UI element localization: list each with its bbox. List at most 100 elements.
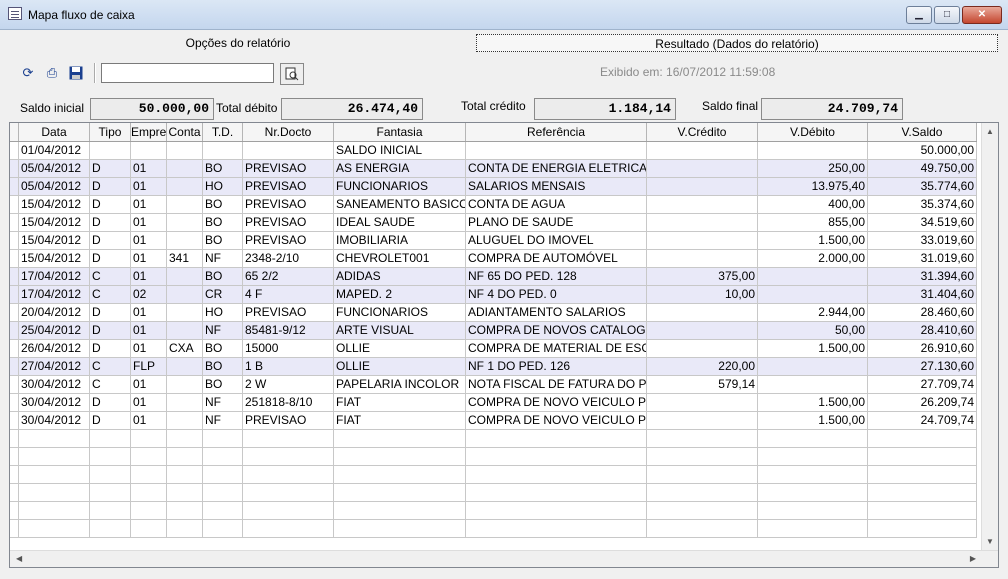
column-header[interactable]: V.Crédito xyxy=(647,123,758,141)
table-cell xyxy=(758,466,868,484)
table-row[interactable]: 27/04/2012 C FLP BO 1 B OLLIE NF 1 DO PED. 126… xyxy=(10,358,977,376)
table-cell xyxy=(90,502,131,520)
table-cell: 01 xyxy=(131,322,167,340)
table-cell: CONTA DE AGUA xyxy=(466,196,647,214)
table-cell: D xyxy=(90,196,131,214)
empty-row xyxy=(10,466,977,484)
column-header[interactable]: T.D. xyxy=(203,123,243,141)
vertical-scrollbar[interactable]: ▲ ▼ xyxy=(981,123,998,550)
table-row[interactable]: 15/04/2012 D 01 341 NF 2348-2/10 CHEVROLET001 C… xyxy=(10,250,977,268)
table-cell xyxy=(131,466,167,484)
refresh-icon[interactable]: ⟳ xyxy=(18,63,38,83)
table-cell xyxy=(334,502,466,520)
column-header[interactable]: Empre xyxy=(131,123,167,141)
tab-resultado[interactable]: Resultado (Dados do relatório) xyxy=(476,34,998,52)
column-header[interactable]: Nr.Docto xyxy=(243,123,334,141)
window-client: Opções do relatório Resultado (Dados do … xyxy=(4,30,1004,575)
column-header[interactable]: Conta xyxy=(167,123,203,141)
table-row[interactable]: 05/04/2012 D 01 BO PREVISAO AS ENERGIA CONTA D… xyxy=(10,160,977,178)
table-cell: CONTA DE ENERGIA ELETRICA xyxy=(466,160,647,178)
table-cell xyxy=(90,484,131,502)
table-row[interactable]: 15/04/2012 D 01 BO PREVISAO SANEAMENTO BASICO… xyxy=(10,196,977,214)
close-button[interactable]: ✕ xyxy=(962,6,1002,24)
table-cell xyxy=(758,448,868,466)
table-cell: D xyxy=(90,250,131,268)
column-header[interactable]: V.Saldo xyxy=(868,123,977,141)
row-indicator xyxy=(10,196,19,214)
table-cell xyxy=(466,448,647,466)
table-cell: 30/04/2012 xyxy=(19,376,90,394)
table-cell xyxy=(167,196,203,214)
empty-row xyxy=(10,448,977,466)
table-cell: FIAT xyxy=(334,412,466,430)
table-row[interactable]: 30/04/2012 D 01 NF PREVISAO FIAT COMPRA DE NOV… xyxy=(10,412,977,430)
table-cell: 17/04/2012 xyxy=(19,286,90,304)
column-header[interactable]: Data xyxy=(19,123,90,141)
horizontal-scrollbar[interactable]: ◀ ▶ xyxy=(10,550,998,567)
table-cell xyxy=(647,466,758,484)
table-cell: BO xyxy=(203,196,243,214)
table-cell xyxy=(167,520,203,538)
table-cell: NF xyxy=(203,250,243,268)
table-cell xyxy=(243,484,334,502)
table-cell: D xyxy=(90,394,131,412)
row-indicator xyxy=(10,448,19,466)
scroll-up-icon[interactable]: ▲ xyxy=(986,127,994,136)
table-cell: D xyxy=(90,412,131,430)
minimize-button[interactable]: ▁ xyxy=(906,6,932,24)
table-row[interactable]: 30/04/2012 C 01 BO 2 W PAPELARIA INCOLOR NOTA … xyxy=(10,376,977,394)
print-preview-icon[interactable] xyxy=(280,63,304,85)
table-row[interactable]: 30/04/2012 D 01 NF 251818-8/10 FIAT COMPRA DE … xyxy=(10,394,977,412)
table-cell xyxy=(647,340,758,358)
table-cell xyxy=(243,466,334,484)
column-header[interactable]: V.Débito xyxy=(758,123,868,141)
column-header[interactable]: Tipo xyxy=(90,123,131,141)
table-cell: NF 4 DO PED. 0 xyxy=(466,286,647,304)
saldo-final-value: 24.709,74 xyxy=(761,98,903,120)
table-cell: ALUGUEL DO IMOVEL xyxy=(466,232,647,250)
column-header[interactable]: Referência xyxy=(466,123,647,141)
table-cell: NF 1 DO PED. 126 xyxy=(466,358,647,376)
table-row[interactable]: 01/04/2012 SALDO INICIAL 50.000,00 xyxy=(10,142,977,160)
search-input[interactable] xyxy=(101,63,274,83)
table-cell: C xyxy=(90,268,131,286)
table-row[interactable]: 15/04/2012 D 01 BO PREVISAO IDEAL SAUDE PLANO … xyxy=(10,214,977,232)
table-cell: 35.774,60 xyxy=(868,178,977,196)
scroll-down-icon[interactable]: ▼ xyxy=(986,537,994,546)
table-cell: 01 xyxy=(131,232,167,250)
table-row[interactable]: 05/04/2012 D 01 HO PREVISAO FUNCIONARIOS SALAR… xyxy=(10,178,977,196)
row-indicator xyxy=(10,466,19,484)
column-header[interactable]: Fantasia xyxy=(334,123,466,141)
table-row[interactable]: 17/04/2012 C 02 CR 4 F MAPED. 2 NF 4 DO PED. 0… xyxy=(10,286,977,304)
table-row[interactable]: 15/04/2012 D 01 BO PREVISAO IMOBILIARIA ALUGUE… xyxy=(10,232,977,250)
table-cell: IMOBILIARIA xyxy=(334,232,466,250)
results-grid[interactable]: Data Tipo Empre Conta T.D. Nr.Docto Fantasia Re… xyxy=(9,122,999,568)
scroll-left-icon[interactable]: ◀ xyxy=(16,554,22,563)
table-cell: C xyxy=(90,376,131,394)
table-row[interactable]: 26/04/2012 D 01 CXA BO 15000 OLLIE COMPRA DE MA… xyxy=(10,340,977,358)
table-row[interactable]: 20/04/2012 D 01 HO PREVISAO FUNCIONARIOS ADIAN… xyxy=(10,304,977,322)
printer-icon[interactable]: ⎙ xyxy=(42,63,62,83)
tab-opcoes[interactable]: Opções do relatório xyxy=(8,34,468,52)
table-cell: IDEAL SAUDE xyxy=(334,214,466,232)
total-credito-label: Total crédito xyxy=(461,99,526,113)
row-indicator xyxy=(10,160,19,178)
table-cell xyxy=(334,448,466,466)
table-row[interactable]: 25/04/2012 D 01 NF 85481-9/12 ARTE VISUAL COMP… xyxy=(10,322,977,340)
table-cell xyxy=(19,502,90,520)
table-cell: FIAT xyxy=(334,394,466,412)
table-cell xyxy=(19,430,90,448)
table-cell: 85481-9/12 xyxy=(243,322,334,340)
table-row[interactable]: 17/04/2012 C 01 BO 65 2/2 ADIDAS NF 65 DO PED.… xyxy=(10,268,977,286)
floppy-icon[interactable] xyxy=(66,63,86,83)
maximize-button[interactable]: □ xyxy=(934,6,960,24)
table-cell xyxy=(466,520,647,538)
table-cell xyxy=(19,466,90,484)
table-cell: 01 xyxy=(131,394,167,412)
table-cell: 1.500,00 xyxy=(758,232,868,250)
scroll-right-icon[interactable]: ▶ xyxy=(970,554,976,563)
table-cell xyxy=(758,376,868,394)
table-cell xyxy=(334,466,466,484)
table-cell: BO xyxy=(203,160,243,178)
table-cell xyxy=(868,520,977,538)
